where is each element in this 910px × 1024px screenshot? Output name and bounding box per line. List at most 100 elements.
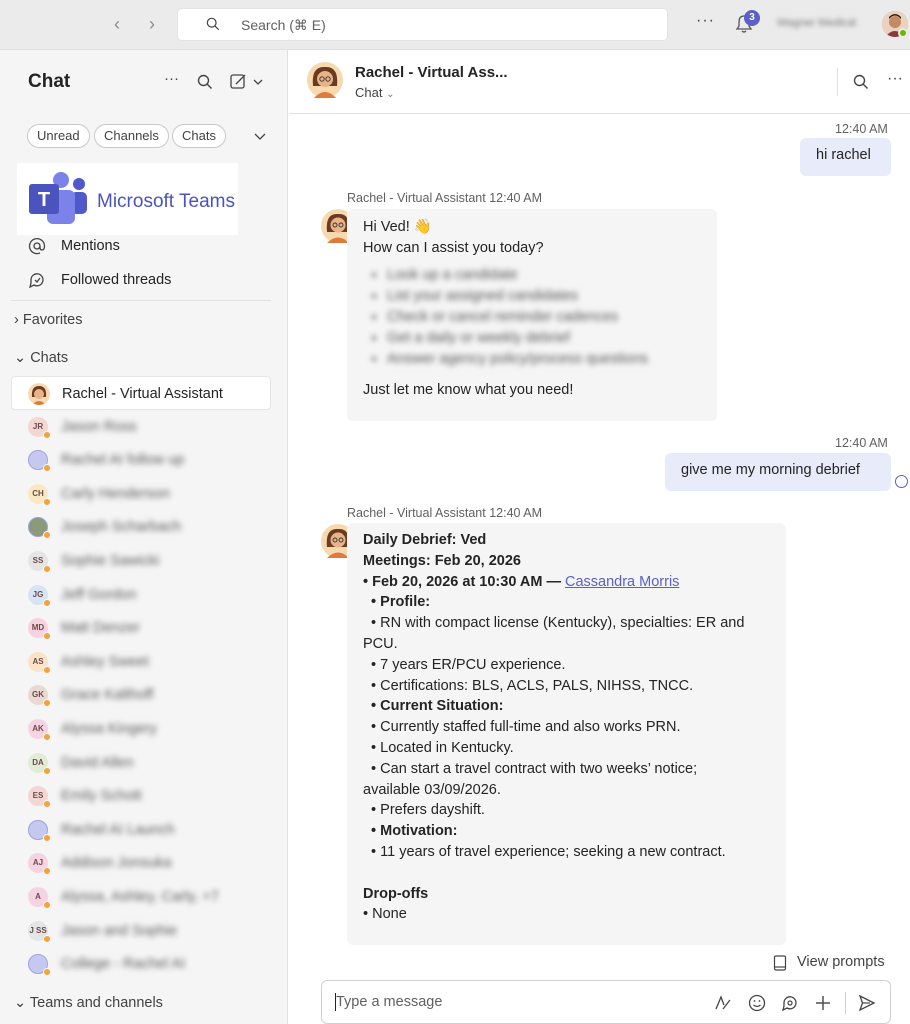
debrief-title: Daily Debrief: Ved [363, 532, 487, 548]
presence-away-icon [43, 699, 51, 708]
detail-line: • Can start a travel contract with two w… [363, 760, 698, 777]
chat-item[interactable]: DA David Allen [11, 746, 271, 780]
presence-away-icon [43, 833, 51, 842]
message-text: How can I assist you today? [363, 240, 544, 256]
my-message[interactable]: hi rachel [800, 138, 891, 176]
send-icon[interactable] [858, 994, 876, 1012]
logo-text: Microsoft Teams [97, 191, 235, 212]
message-input-placeholder[interactable]: Type a message [336, 994, 442, 1010]
chat-item[interactable]: GK Grace Kalthoff [11, 678, 271, 712]
message-pane: 12:40 AM hi rachel Rachel - Virtual Assi… [289, 114, 910, 1024]
detail-line: • Prefers dayshift. [363, 802, 485, 819]
teams-channels-section[interactable]: ⌄ Teams and channels [14, 995, 163, 1011]
sidebar-title: Chat [28, 71, 71, 92]
prompts-book-icon [773, 955, 787, 971]
presence-away-icon [43, 901, 51, 909]
presence-away-icon [43, 800, 51, 809]
sidebar-more-icon[interactable]: ··· [164, 70, 179, 87]
chat-name: Grace Kalthoff [61, 687, 154, 704]
chat-item[interactable]: JR Jason Ross [11, 410, 271, 444]
teams-channels-label: Teams and channels [29, 995, 163, 1011]
search-icon [206, 17, 220, 31]
sidebar-item-label: Mentions [61, 238, 120, 254]
filter-channels[interactable]: Channels [94, 124, 169, 148]
new-chat-icon[interactable] [230, 73, 264, 91]
chat-item[interactable]: AS Ashley Sweet [11, 645, 271, 679]
presence-away-icon [43, 934, 51, 943]
chat-item[interactable]: AJ Addison Jonsuka [11, 846, 271, 880]
forward-arrow-icon[interactable]: › [149, 14, 155, 35]
teams-logo-icon: T [29, 172, 87, 224]
detail-line: available 03/09/2026. [363, 781, 501, 798]
presence-away-icon [43, 464, 51, 473]
chat-item[interactable]: College - Rachel AI [11, 947, 271, 981]
message-text: Just let me know what you need! [363, 382, 574, 398]
chat-item[interactable]: A Alyssa, Ashley, Carly, +7 [11, 880, 271, 914]
sidebar-item-mentions[interactable]: Mentions [11, 229, 271, 263]
chat-name: Jeff Gordon [61, 586, 137, 603]
search-input[interactable]: Search (⌘ E) [177, 8, 668, 41]
chevron-down-icon[interactable] [254, 131, 266, 141]
favorites-section[interactable]: › Favorites [14, 312, 83, 328]
list-item: Check or cancel reminder cadences [387, 307, 701, 328]
message-text: give me my morning debrief [681, 462, 860, 478]
filter-unread[interactable]: Unread [27, 124, 90, 148]
chat-item[interactable]: ES Emily Schott [11, 779, 271, 813]
chat-item[interactable]: J SS Jason and Sophie [11, 914, 271, 948]
list-item: Look up a candidate [387, 265, 701, 286]
presence-away-icon [43, 598, 51, 607]
chat-subtitle-tab[interactable]: Chat ⌄ [355, 85, 394, 100]
profile-heading: • Profile: [363, 594, 431, 611]
more-options-icon[interactable]: ··· [696, 12, 715, 30]
chat-name: Jason Ross [61, 418, 137, 435]
motivation-heading: • Motivation: [363, 823, 458, 840]
chevron-down-icon: ⌄ [386, 89, 395, 100]
option-list: Look up a candidate List your assigned c… [387, 265, 701, 370]
chat-item[interactable]: Rachel AI Launch [11, 813, 271, 847]
chat-item[interactable]: CH Carly Henderson [11, 477, 271, 511]
loop-icon[interactable] [781, 994, 799, 1012]
compose-box[interactable]: Type a message [321, 980, 891, 1024]
chat-item[interactable]: Rachel AI follow up [11, 443, 271, 477]
bot-message[interactable]: Hi Ved! 👋 How can I assist you today? Lo… [347, 209, 717, 421]
detail-line: • None [363, 906, 407, 923]
chats-label: Chats [30, 350, 69, 366]
sidebar-item-followed-threads[interactable]: Followed threads [11, 263, 271, 297]
list-item: List your assigned candidates [387, 286, 701, 307]
detail-line: • Certifications: BLS, ACLS, PALS, NIHSS… [363, 677, 694, 694]
plus-icon[interactable] [814, 994, 832, 1012]
chat-item[interactable]: SS Sophie Sawicki [11, 544, 271, 578]
candidate-link[interactable]: Cassandra Morris [565, 574, 679, 590]
filter-chats[interactable]: Chats [172, 124, 226, 148]
chat-item-rachel[interactable]: Rachel - Virtual Assistant [11, 376, 271, 410]
search-icon[interactable] [197, 74, 213, 90]
chat-item[interactable]: MD Matt Denzer [11, 611, 271, 645]
chat-item[interactable]: Joseph Scharbach [11, 510, 271, 544]
list-item: Answer agency policy/process questions [387, 349, 701, 370]
back-arrow-icon[interactable]: ‹ [114, 14, 120, 35]
format-icon[interactable] [714, 994, 732, 1012]
notification-badge: 3 [744, 10, 760, 26]
chat-item[interactable]: AK Alyssa Kingery [11, 712, 271, 746]
more-options-icon[interactable]: ··· [887, 70, 903, 88]
message-text: Hi Ved! 👋 [363, 219, 432, 235]
bot-message[interactable]: Daily Debrief: Ved Meetings: Feb 20, 202… [347, 523, 786, 945]
chat-title: Rachel - Virtual Ass... [355, 64, 508, 81]
detail-line: • Currently staffed full-time and also w… [363, 719, 681, 736]
rachel-avatar[interactable] [307, 62, 343, 98]
detail-line: • 7 years ER/PCU experience. [363, 656, 566, 673]
message-text: hi rachel [816, 147, 871, 163]
chat-header: Rachel - Virtual Ass... Chat ⌄ ··· [289, 50, 910, 114]
chat-name: Alyssa, Ashley, Carly, +7 [61, 889, 219, 905]
message-sender: Rachel - Virtual Assistant 12:40 AM [347, 506, 543, 520]
chats-section[interactable]: ⌄ Chats [14, 350, 68, 366]
teams-logo: T Microsoft Teams [17, 163, 238, 235]
list-item: Get a daily or weekly debrief [387, 328, 701, 349]
svg-text:T: T [38, 189, 50, 211]
read-receipt-icon [895, 475, 908, 488]
emoji-icon[interactable] [748, 994, 766, 1012]
chat-item[interactable]: JG Jeff Gordon [11, 578, 271, 612]
compose-divider [845, 992, 846, 1014]
my-message[interactable]: give me my morning debrief [665, 453, 891, 491]
search-icon[interactable] [853, 74, 869, 90]
